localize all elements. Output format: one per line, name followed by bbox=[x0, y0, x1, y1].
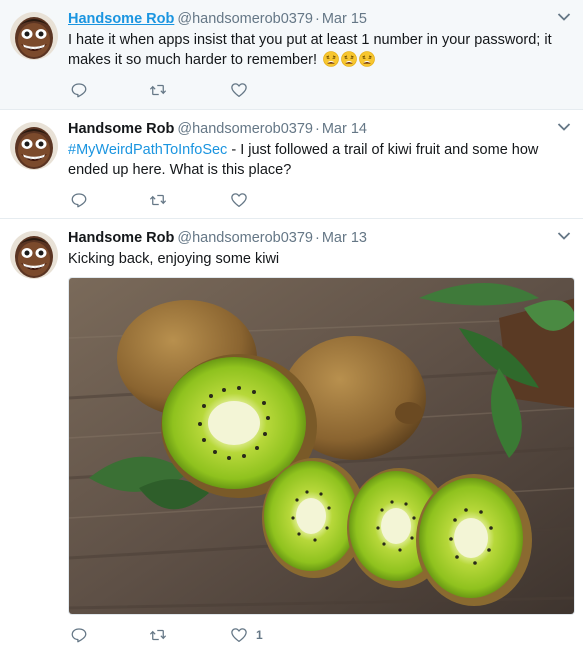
tweet-body: I hate it when apps insist that you put … bbox=[68, 32, 552, 68]
reply-icon bbox=[70, 626, 88, 644]
heart-icon bbox=[230, 626, 248, 644]
author-handle[interactable]: @handsomerob0379 bbox=[177, 11, 313, 27]
reply-button[interactable] bbox=[70, 81, 88, 99]
avatar[interactable] bbox=[10, 231, 58, 279]
tweet-date[interactable]: Mar 14 bbox=[322, 121, 367, 137]
chevron-down-icon[interactable] bbox=[557, 122, 571, 132]
heart-icon bbox=[230, 191, 248, 209]
retweet-button[interactable] bbox=[149, 191, 167, 209]
like-button[interactable] bbox=[230, 81, 256, 99]
tweet-text: I hate it when apps insist that you put … bbox=[68, 30, 568, 70]
kiwi-photo[interactable] bbox=[68, 277, 575, 615]
heart-icon bbox=[230, 81, 248, 99]
reply-icon bbox=[70, 81, 88, 99]
tweet-date[interactable]: Mar 13 bbox=[322, 230, 367, 246]
reply-button[interactable] bbox=[70, 191, 88, 209]
avatar[interactable] bbox=[10, 122, 58, 170]
tweet-date[interactable]: Mar 15 bbox=[322, 11, 367, 27]
tweet-body: Kicking back, enjoying some kiwi bbox=[68, 251, 280, 267]
tweet-header: Handsome Rob @handsomerob0379 · Mar 13 bbox=[68, 229, 367, 247]
tweet-actions bbox=[68, 81, 318, 101]
separator: · bbox=[315, 230, 320, 246]
author-name[interactable]: Handsome Rob bbox=[68, 11, 174, 27]
weary-face-icon bbox=[323, 51, 339, 67]
retweet-icon bbox=[149, 626, 167, 644]
hashtag-link[interactable]: #MyWeirdPathToInfoSec bbox=[68, 142, 227, 158]
avatar[interactable] bbox=[10, 12, 58, 60]
chevron-down-icon[interactable] bbox=[557, 231, 571, 241]
tweet-header: Handsome Rob @handsomerob0379 · Mar 15 bbox=[68, 10, 367, 28]
tweet-2[interactable]: Handsome Rob @handsomerob0379 · Mar 14 #MyW… bbox=[0, 110, 583, 219]
tweet-text: Kicking back, enjoying some kiwi bbox=[68, 249, 568, 269]
retweet-icon bbox=[149, 81, 167, 99]
retweet-icon bbox=[149, 191, 167, 209]
tweet-3[interactable]: Handsome Rob @handsomerob0379 · Mar 13 Kick… bbox=[0, 219, 583, 652]
author-handle[interactable]: @handsomerob0379 bbox=[177, 230, 313, 246]
reply-icon bbox=[70, 191, 88, 209]
separator: · bbox=[315, 121, 320, 137]
tweet-1[interactable]: Handsome Rob @handsomerob0379 · Mar 15 I ha… bbox=[0, 0, 583, 110]
tweet-header: Handsome Rob @handsomerob0379 · Mar 14 bbox=[68, 120, 367, 138]
author-name[interactable]: Handsome Rob bbox=[68, 121, 174, 137]
author-name[interactable]: Handsome Rob bbox=[68, 230, 174, 246]
weary-face-icon bbox=[341, 51, 357, 67]
tweet-actions: 1 bbox=[68, 626, 318, 646]
weary-face-icon bbox=[359, 51, 375, 67]
tweet-actions bbox=[68, 191, 318, 211]
reply-button[interactable] bbox=[70, 626, 88, 644]
chevron-down-icon[interactable] bbox=[557, 12, 571, 22]
like-button[interactable]: 1 bbox=[230, 626, 263, 644]
kiwi-fruit-image bbox=[69, 278, 574, 614]
author-handle[interactable]: @handsomerob0379 bbox=[177, 121, 313, 137]
retweet-button[interactable] bbox=[149, 626, 167, 644]
separator: · bbox=[315, 11, 320, 27]
retweet-button[interactable] bbox=[149, 81, 167, 99]
tweet-text: #MyWeirdPathToInfoSec - I just followed … bbox=[68, 140, 568, 180]
like-count: 1 bbox=[256, 628, 263, 642]
like-button[interactable] bbox=[230, 191, 256, 209]
